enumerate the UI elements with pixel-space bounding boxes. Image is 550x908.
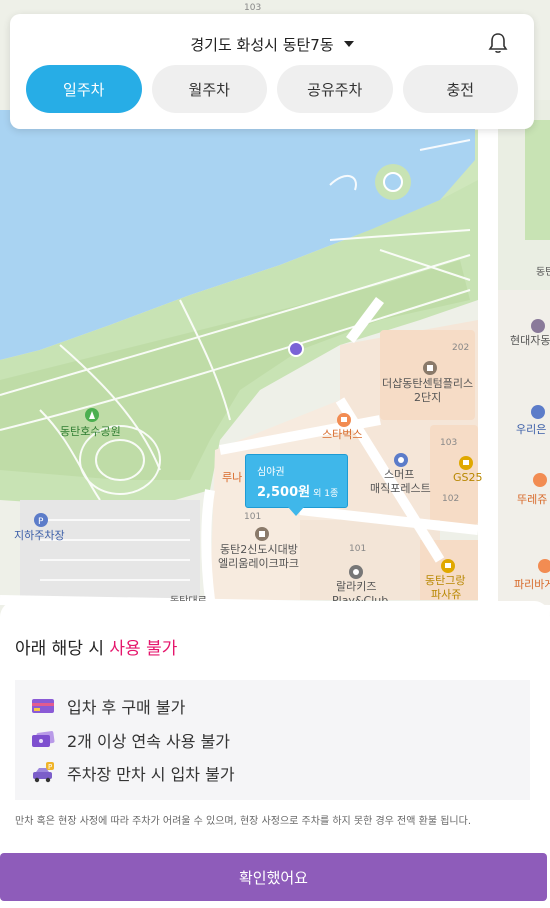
location-selector[interactable]: 경기도 화성시 동탄7동 — [10, 32, 534, 56]
price-label: 2,500원 외 1종 — [257, 485, 339, 500]
map-label-grand2: 파사쥬 — [431, 588, 461, 601]
map-label-park: 동탄호수공원 — [60, 425, 121, 438]
location-label: 경기도 화성시 동탄7동 — [190, 35, 334, 54]
tab-daily-parking[interactable]: 일주차 — [26, 65, 142, 113]
parking-marker-icon: P — [34, 513, 48, 527]
rule-item: P 주차장 만차 시 입차 불가 — [31, 761, 235, 785]
map-label-kids: 랄라키즈 — [336, 580, 376, 593]
parking-price-marker[interactable]: 심야권 2,500원 외 1종 — [245, 454, 348, 516]
warning-text: 사용 불가 — [109, 639, 178, 659]
map-label-paris: 파리바게 — [514, 578, 550, 591]
tab-charging[interactable]: 충전 — [402, 65, 518, 113]
restriction-sheet: 아래 해당 시 사용 불가 입차 후 구매 불가 2개 이상 연속 사용 불가 … — [0, 601, 550, 908]
rule-text: 입차 후 구매 불가 — [67, 698, 186, 717]
bakery-marker-icon — [533, 473, 547, 487]
map-label-grand: 동탄그랑 — [425, 574, 465, 587]
map-label-complex: 더샵동탄센텀플리스 — [382, 377, 473, 390]
map-label-starbucks: 스타벅스 — [322, 428, 362, 441]
marker-pointer — [288, 507, 304, 516]
map-label-smuff2: 매직포레스트 — [370, 482, 431, 495]
map-label-woori: 우리은 — [516, 423, 546, 436]
top-panel: 경기도 화성시 동탄7동 일주차 월주차 공유주차 충전 — [10, 14, 534, 129]
building-number: 101 — [349, 544, 366, 554]
cafe-marker-icon — [337, 413, 351, 427]
map-label-ttu: 뚜레쥬 — [517, 493, 547, 506]
map-label-gs25: GS25 — [453, 471, 483, 484]
chevron-down-icon — [343, 41, 354, 47]
sheet-title: 아래 해당 시 사용 불가 — [15, 639, 178, 659]
extra-count-label: 외 1종 — [313, 489, 339, 499]
rule-item: 2개 이상 연속 사용 불가 — [31, 728, 230, 752]
building-number: 103 — [440, 438, 457, 448]
bank-marker-icon — [531, 405, 545, 419]
map-label-apt2: 엘리움레이크파크 — [218, 557, 299, 570]
svg-text:P: P — [38, 517, 44, 527]
building-number: 101 — [244, 512, 261, 522]
building-number: 102 — [442, 494, 459, 504]
rule-text: 2개 이상 연속 사용 불가 — [67, 732, 231, 751]
bell-icon[interactable] — [488, 32, 508, 54]
car-parking-icon: P — [33, 762, 54, 783]
svg-text:P: P — [48, 763, 52, 771]
map-label-hyundai: 현대자동 — [510, 334, 550, 347]
rule-item: 입차 후 구매 불가 — [31, 694, 185, 718]
map-label-luna: 루나 — [222, 471, 242, 484]
parking-type-tabs: 일주차 월주차 공유주차 충전 — [26, 65, 518, 113]
shop-marker-icon — [441, 559, 455, 573]
map-label-apt: 동탄2신도시대방 — [220, 543, 298, 556]
building-number: 103 — [244, 3, 261, 13]
building-marker-icon — [423, 361, 437, 375]
map-label-smuff: 스머프 — [384, 468, 414, 481]
tab-monthly-parking[interactable]: 월주차 — [151, 65, 267, 113]
tab-shared-parking[interactable]: 공유주차 — [277, 65, 393, 113]
rules-box: 입차 후 구매 불가 2개 이상 연속 사용 불가 P 주차장 만차 시 입차 … — [15, 680, 530, 800]
park-marker-icon — [85, 408, 99, 422]
car-dealer-marker-icon — [531, 319, 545, 333]
map-label-complex2: 2단지 — [414, 391, 441, 404]
tickets-icon — [32, 731, 55, 747]
building-number: 202 — [452, 343, 469, 353]
confirm-button[interactable]: 확인했어요 — [0, 853, 547, 901]
map-label-underground: 지하주차장 — [14, 528, 65, 542]
rule-text: 주차장 만차 시 입차 불가 — [67, 765, 235, 784]
map-label-dongtan: 동탄 — [536, 266, 550, 278]
play-marker-icon — [394, 453, 408, 467]
ticket-type-label: 심야권 — [257, 467, 285, 478]
card-icon — [32, 699, 54, 713]
refund-note: 만차 혹은 현장 사정에 따라 주차가 어려울 수 있으며, 현장 사정으로 주… — [15, 816, 471, 827]
kids-marker-icon — [349, 565, 363, 579]
building-marker-icon — [255, 527, 269, 541]
store-marker-icon — [459, 456, 473, 470]
